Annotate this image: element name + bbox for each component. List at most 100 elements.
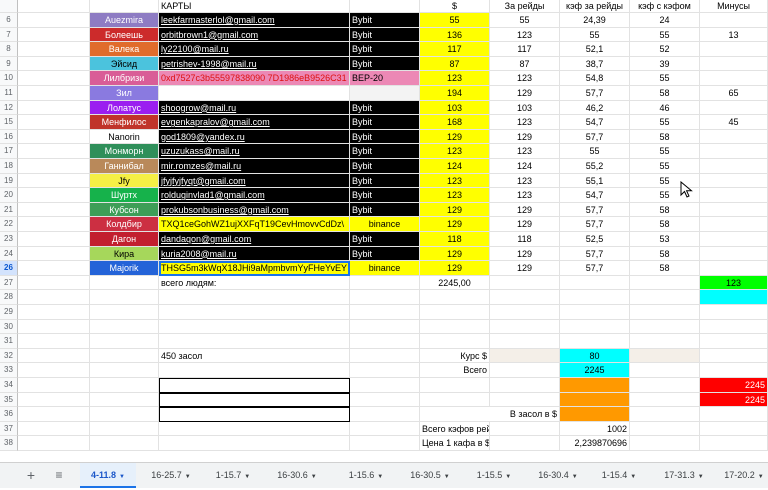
dollar-cell[interactable]: 118 bbox=[420, 232, 490, 247]
cell[interactable] bbox=[630, 436, 700, 451]
cell[interactable] bbox=[630, 334, 700, 349]
sheet-tab[interactable]: 16-30.5 ▼ bbox=[400, 463, 460, 488]
name-cell[interactable]: Дагон bbox=[90, 232, 159, 247]
col-minus-header[interactable]: Минусы bbox=[700, 0, 768, 13]
row-header[interactable]: 10 bbox=[0, 71, 18, 86]
raids-cell[interactable]: 103 bbox=[490, 100, 560, 116]
kaf-price-label[interactable]: Цена 1 кафа в $ bbox=[420, 436, 490, 451]
minus-red-cell[interactable]: 2245 bbox=[700, 378, 768, 393]
raids-cell[interactable]: 129 bbox=[490, 261, 560, 276]
row-header[interactable]: 15 bbox=[0, 115, 18, 130]
raids-cell[interactable]: 123 bbox=[490, 173, 560, 189]
plus-icon[interactable]: + bbox=[22, 463, 40, 488]
cell[interactable] bbox=[18, 217, 90, 232]
row-header[interactable]: 37 bbox=[0, 421, 18, 437]
cell[interactable] bbox=[90, 305, 159, 320]
cell[interactable] bbox=[700, 421, 768, 437]
kaf-raids-cell[interactable]: 54,7 bbox=[560, 115, 630, 130]
row-header[interactable]: 30 bbox=[0, 319, 18, 335]
minus-cell[interactable] bbox=[700, 42, 768, 57]
cell[interactable] bbox=[630, 348, 700, 364]
cell[interactable] bbox=[18, 261, 90, 276]
contact-cell[interactable]: ly22100@mail.ru bbox=[159, 42, 350, 57]
cell[interactable] bbox=[18, 42, 90, 57]
cell[interactable] bbox=[18, 27, 90, 43]
cell[interactable] bbox=[159, 363, 350, 378]
raids-cell[interactable]: 129 bbox=[490, 202, 560, 218]
name-cell[interactable]: Валека bbox=[90, 42, 159, 57]
raids-cell[interactable]: 129 bbox=[490, 217, 560, 232]
cell[interactable] bbox=[90, 363, 159, 378]
col-raids-header[interactable]: За рейды bbox=[490, 0, 560, 13]
cell[interactable] bbox=[90, 436, 159, 451]
contact-cell[interactable]: leekfarmasterlol@gmail.com bbox=[159, 13, 350, 28]
kaf-raids-cell[interactable]: 38,7 bbox=[560, 56, 630, 72]
cell[interactable] bbox=[700, 305, 768, 320]
kaf-raids-cell[interactable]: 54,7 bbox=[560, 188, 630, 203]
sheet-tab[interactable]: 16-30.4 ▼ bbox=[530, 463, 586, 488]
cell[interactable] bbox=[700, 334, 768, 349]
cell[interactable] bbox=[18, 129, 90, 145]
contact-cell[interactable]: god1809@yandex.ru bbox=[159, 129, 350, 145]
exchange-cell[interactable]: Bybit bbox=[350, 246, 420, 262]
col-kaf-with-kaf-header[interactable]: кэф с кэфом bbox=[630, 0, 700, 13]
sheet-tab[interactable]: 16-25.7 ▼ bbox=[141, 463, 201, 488]
name-cell[interactable]: Nanorin bbox=[90, 129, 159, 145]
name-cell[interactable]: Зил bbox=[90, 86, 159, 101]
row-header[interactable]: 16 bbox=[0, 129, 18, 145]
raids-cell[interactable]: 129 bbox=[490, 129, 560, 145]
cell[interactable] bbox=[560, 407, 630, 422]
cell[interactable] bbox=[630, 378, 700, 393]
row-header[interactable]: 32 bbox=[0, 348, 18, 364]
contact-cell[interactable]: dandaqon@gmail.com bbox=[159, 232, 350, 247]
dollar-cell[interactable]: 129 bbox=[420, 261, 490, 276]
cell[interactable] bbox=[700, 363, 768, 378]
exchange-cell[interactable]: Bybit bbox=[350, 202, 420, 218]
cell[interactable] bbox=[490, 392, 560, 408]
total-people-label[interactable]: всего людям: bbox=[159, 275, 350, 291]
cell[interactable] bbox=[490, 348, 560, 364]
minus-red-cell[interactable]: 2245 bbox=[700, 392, 768, 408]
row-header[interactable]: 12 bbox=[0, 100, 18, 116]
kaf-raids-cell[interactable]: 55 bbox=[560, 27, 630, 43]
minus-cell[interactable] bbox=[700, 202, 768, 218]
cell[interactable] bbox=[18, 188, 90, 203]
minus-cell[interactable] bbox=[700, 100, 768, 116]
contact-cell[interactable]: 0xd7527c3b55597838090 7D1986eB9526C31 bbox=[159, 71, 350, 86]
cell[interactable] bbox=[420, 290, 490, 305]
cell[interactable] bbox=[490, 436, 560, 451]
cell[interactable] bbox=[700, 290, 768, 305]
kaf-raids-cell[interactable]: 54,8 bbox=[560, 71, 630, 86]
exchange-cell[interactable]: Bybit bbox=[350, 188, 420, 203]
cell[interactable] bbox=[18, 275, 90, 291]
contact-cell[interactable]: rolduginvlad1@gmail.com bbox=[159, 188, 350, 203]
kurs-label[interactable]: Курс $ bbox=[420, 348, 490, 364]
name-cell[interactable]: Auezmira bbox=[90, 13, 159, 28]
cell[interactable] bbox=[490, 334, 560, 349]
minus-cell[interactable] bbox=[700, 246, 768, 262]
total-label[interactable]: Всего bbox=[420, 363, 490, 378]
minus-cell[interactable] bbox=[700, 13, 768, 28]
zasol-dollar-label[interactable]: В засол в $ bbox=[420, 407, 560, 422]
cell[interactable] bbox=[159, 421, 350, 437]
raids-cell[interactable]: 123 bbox=[490, 188, 560, 203]
cell[interactable] bbox=[18, 334, 90, 349]
kaf-with-kaf-cell[interactable]: 24 bbox=[630, 13, 700, 28]
sheet-tab[interactable]: 16-30.6 ▼ bbox=[265, 463, 329, 488]
cell[interactable] bbox=[18, 305, 90, 320]
total-kafs-value[interactable]: 1002 bbox=[560, 421, 630, 437]
row-header[interactable]: 22 bbox=[0, 217, 18, 232]
kaf-with-kaf-cell[interactable]: 58 bbox=[630, 261, 700, 276]
col-kaf-raids-header[interactable]: кэф за рейды bbox=[560, 0, 630, 13]
sheet-tab[interactable]: 1-15.6 ▼ bbox=[338, 463, 394, 488]
cell[interactable] bbox=[18, 115, 90, 130]
contact-cell[interactable]: jfyjfyjfyqt@gmail.com bbox=[159, 173, 350, 189]
kaf-raids-cell[interactable]: 55,1 bbox=[560, 173, 630, 189]
cell[interactable] bbox=[90, 407, 159, 422]
exchange-cell[interactable]: Bybit bbox=[350, 115, 420, 130]
dollar-cell[interactable]: 123 bbox=[420, 188, 490, 203]
kaf-raids-cell[interactable]: 55,2 bbox=[560, 159, 630, 174]
name-cell[interactable]: Монморн bbox=[90, 144, 159, 159]
cell[interactable] bbox=[90, 392, 159, 408]
minus-cell[interactable] bbox=[700, 129, 768, 145]
